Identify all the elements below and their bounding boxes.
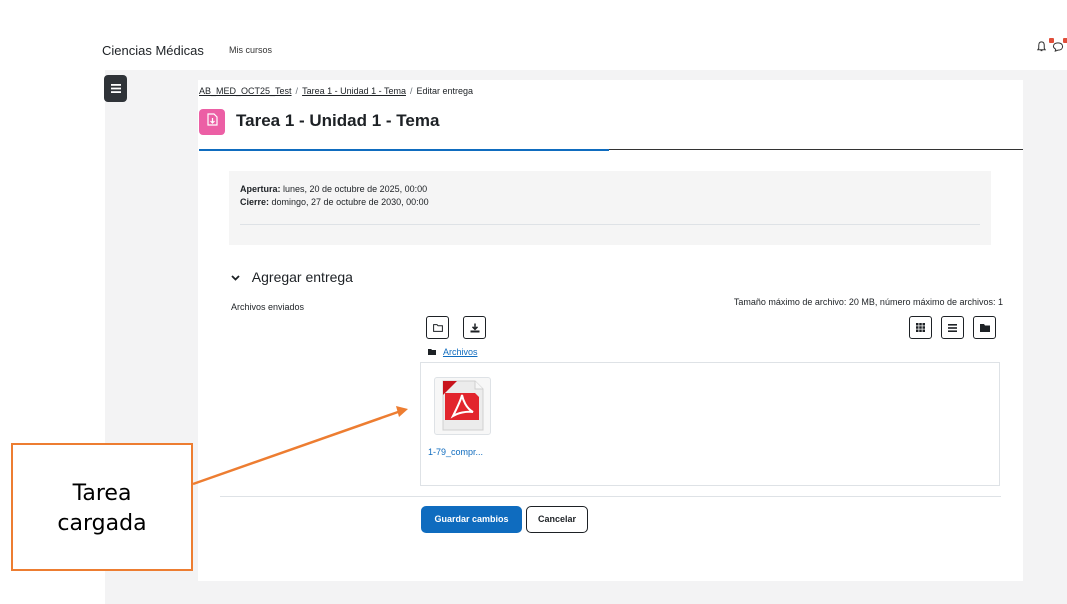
annotation-line-1: Tarea: [72, 481, 132, 506]
annotation-line-2: cargada: [57, 511, 147, 536]
annotation-callout: Tarea cargada: [11, 443, 193, 571]
